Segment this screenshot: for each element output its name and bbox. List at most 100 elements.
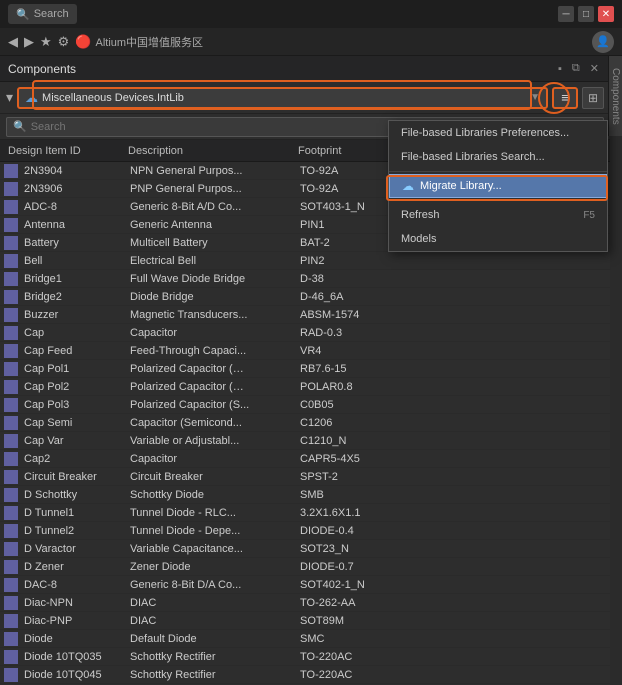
table-row[interactable]: Cap Pol2 Polarized Capacitor (… POLAR0.8 <box>0 378 610 396</box>
cell-id: 2N3906 <box>22 183 128 195</box>
cell-desc: Polarized Capacitor (S... <box>128 399 298 411</box>
cell-id: D Zener <box>22 561 128 573</box>
row-icon <box>4 362 18 376</box>
row-icon <box>4 578 18 592</box>
cell-id: Cap Feed <box>22 345 128 357</box>
table-row[interactable]: Bridge1 Full Wave Diode Bridge D-38 <box>0 270 610 288</box>
table-row[interactable]: DAC-8 Generic 8-Bit D/A Co... SOT402-1_N <box>0 576 610 594</box>
search-icon: 🔍 <box>16 8 30 21</box>
row-icon <box>4 164 18 178</box>
library-name-label: Miscellaneous Devices.IntLib <box>42 92 184 104</box>
cell-desc: Circuit Breaker <box>128 471 298 483</box>
user-avatar[interactable]: 👤 <box>592 31 614 53</box>
table-row[interactable]: Diac-NPN DIAC TO-262-AA <box>0 594 610 612</box>
cell-id: D Schottky <box>22 489 128 501</box>
cell-desc: Schottky Rectifier <box>128 651 298 663</box>
panel-pin-button[interactable]: ▪ <box>555 62 565 76</box>
cell-id: Antenna <box>22 219 128 231</box>
menu-item-models[interactable]: Models <box>389 227 607 251</box>
table-row[interactable]: D Zener Zener Diode DIODE-0.7 <box>0 558 610 576</box>
menu-divider-2 <box>389 200 607 201</box>
context-menu: File-based Libraries Preferences... File… <box>388 120 608 252</box>
table-row[interactable]: D Tunnel2 Tunnel Diode - Depe... DIODE-0… <box>0 522 610 540</box>
cell-id: Bridge1 <box>22 273 128 285</box>
row-icon <box>4 452 18 466</box>
table-row[interactable]: Diac-PNP DIAC SOT89M <box>0 612 610 630</box>
cell-desc: Capacitor (Semicond... <box>128 417 298 429</box>
menu-item-migrate[interactable]: ☁ Migrate Library... <box>389 174 607 198</box>
table-row[interactable]: Bridge2 Diode Bridge D-46_6A <box>0 288 610 306</box>
table-row[interactable]: D Varactor Variable Capacitance... SOT23… <box>0 540 610 558</box>
library-name: ☁ Miscellaneous Devices.IntLib <box>25 90 184 106</box>
table-row[interactable]: Diode 10TQ035 Schottky Rectifier TO-220A… <box>0 648 610 666</box>
row-icon <box>4 632 18 646</box>
cell-desc: Feed-Through Capaci... <box>128 345 298 357</box>
cell-fp: SMB <box>298 489 606 501</box>
cell-desc: PNP General Purpos... <box>128 183 298 195</box>
table-row[interactable]: Cap Var Variable or Adjustabl... C1210_N <box>0 432 610 450</box>
cell-id: Cap Semi <box>22 417 128 429</box>
gear-icon[interactable]: ⚙ <box>58 34 70 50</box>
back-icon[interactable]: ◀ <box>8 34 18 50</box>
menu-item-migrate-label: Migrate Library... <box>420 180 502 192</box>
title-search-label: Search <box>34 8 69 20</box>
table-row[interactable]: Bell Electrical Bell PIN2 <box>0 252 610 270</box>
menu-item-file-search-label: File-based Libraries Search... <box>401 151 545 163</box>
filter-icon[interactable]: ▾ <box>6 89 13 106</box>
cell-desc: NPN General Purpos... <box>128 165 298 177</box>
row-icon <box>4 398 18 412</box>
table-row[interactable]: Cap Feed Feed-Through Capaci... VR4 <box>0 342 610 360</box>
table-row[interactable]: Buzzer Magnetic Transducers... ABSM-1574 <box>0 306 610 324</box>
cell-id: Cap Var <box>22 435 128 447</box>
cell-id: Diode <box>22 633 128 645</box>
menu-item-refresh[interactable]: Refresh F5 <box>389 203 607 227</box>
menu-item-file-search[interactable]: File-based Libraries Search... <box>389 145 607 169</box>
cell-id: Cap Pol3 <box>22 399 128 411</box>
row-icon <box>4 596 18 610</box>
cloud-icon: ☁ <box>25 90 38 106</box>
library-dropdown[interactable]: ☁ Miscellaneous Devices.IntLib ▼ <box>17 87 548 109</box>
table-row[interactable]: Cap Pol3 Polarized Capacitor (S... C0B05 <box>0 396 610 414</box>
menu-item-file-prefs[interactable]: File-based Libraries Preferences... <box>389 121 607 145</box>
col-header-description: Description <box>124 145 294 157</box>
cell-desc: Variable or Adjustabl... <box>128 435 298 447</box>
search-icon: 🔍 <box>13 120 27 133</box>
table-row[interactable]: Cap Capacitor RAD-0.3 <box>0 324 610 342</box>
row-icon <box>4 272 18 286</box>
grid-view-button[interactable]: ≡ <box>552 87 578 109</box>
cell-fp: 3.2X1.6X1.1 <box>298 507 606 519</box>
right-sidebar-tab[interactable]: Components <box>608 56 622 136</box>
title-search[interactable]: 🔍 Search <box>8 4 77 24</box>
row-icon <box>4 524 18 538</box>
table-row[interactable]: D Tunnel1 Tunnel Diode - RLC... 3.2X1.6X… <box>0 504 610 522</box>
forward-icon[interactable]: ▶ <box>24 34 34 50</box>
cell-id: D Tunnel2 <box>22 525 128 537</box>
cell-fp: D-38 <box>298 273 606 285</box>
cell-id: ADC-8 <box>22 201 128 213</box>
table-row[interactable]: D Schottky Schottky Diode SMB <box>0 486 610 504</box>
table-row[interactable]: Cap Semi Capacitor (Semicond... C1206 <box>0 414 610 432</box>
table-row[interactable]: Diode 10TQ045 Schottky Rectifier TO-220A… <box>0 666 610 684</box>
cell-id: Bell <box>22 255 128 267</box>
list-icon: ⊞ <box>588 91 598 105</box>
cell-id: Cap Pol1 <box>22 363 128 375</box>
maximize-button[interactable]: □ <box>578 6 594 22</box>
cell-id: D Varactor <box>22 543 128 555</box>
cell-id: Buzzer <box>22 309 128 321</box>
cell-id: Cap <box>22 327 128 339</box>
panel-float-button[interactable]: ⧉ <box>569 61 583 76</box>
table-row[interactable]: Circuit Breaker Circuit Breaker SPST-2 <box>0 468 610 486</box>
menu-item-refresh-label: Refresh <box>401 209 440 221</box>
table-row[interactable]: Cap Pol1 Polarized Capacitor (… RB7.6-15 <box>0 360 610 378</box>
table-row[interactable]: Cap2 Capacitor CAPR5-4X5 <box>0 450 610 468</box>
panel-close-button[interactable]: ✕ <box>587 61 602 76</box>
cell-desc: Polarized Capacitor (… <box>128 363 298 375</box>
cell-desc: Polarized Capacitor (… <box>128 381 298 393</box>
minimize-button[interactable]: ─ <box>558 6 574 22</box>
row-icon <box>4 290 18 304</box>
close-button[interactable]: ✕ <box>598 6 614 22</box>
star-icon[interactable]: ★ <box>40 34 52 50</box>
table-row[interactable]: Diode Default Diode SMC <box>0 630 610 648</box>
cell-desc: Schottky Diode <box>128 489 298 501</box>
list-view-button[interactable]: ⊞ <box>582 87 604 109</box>
